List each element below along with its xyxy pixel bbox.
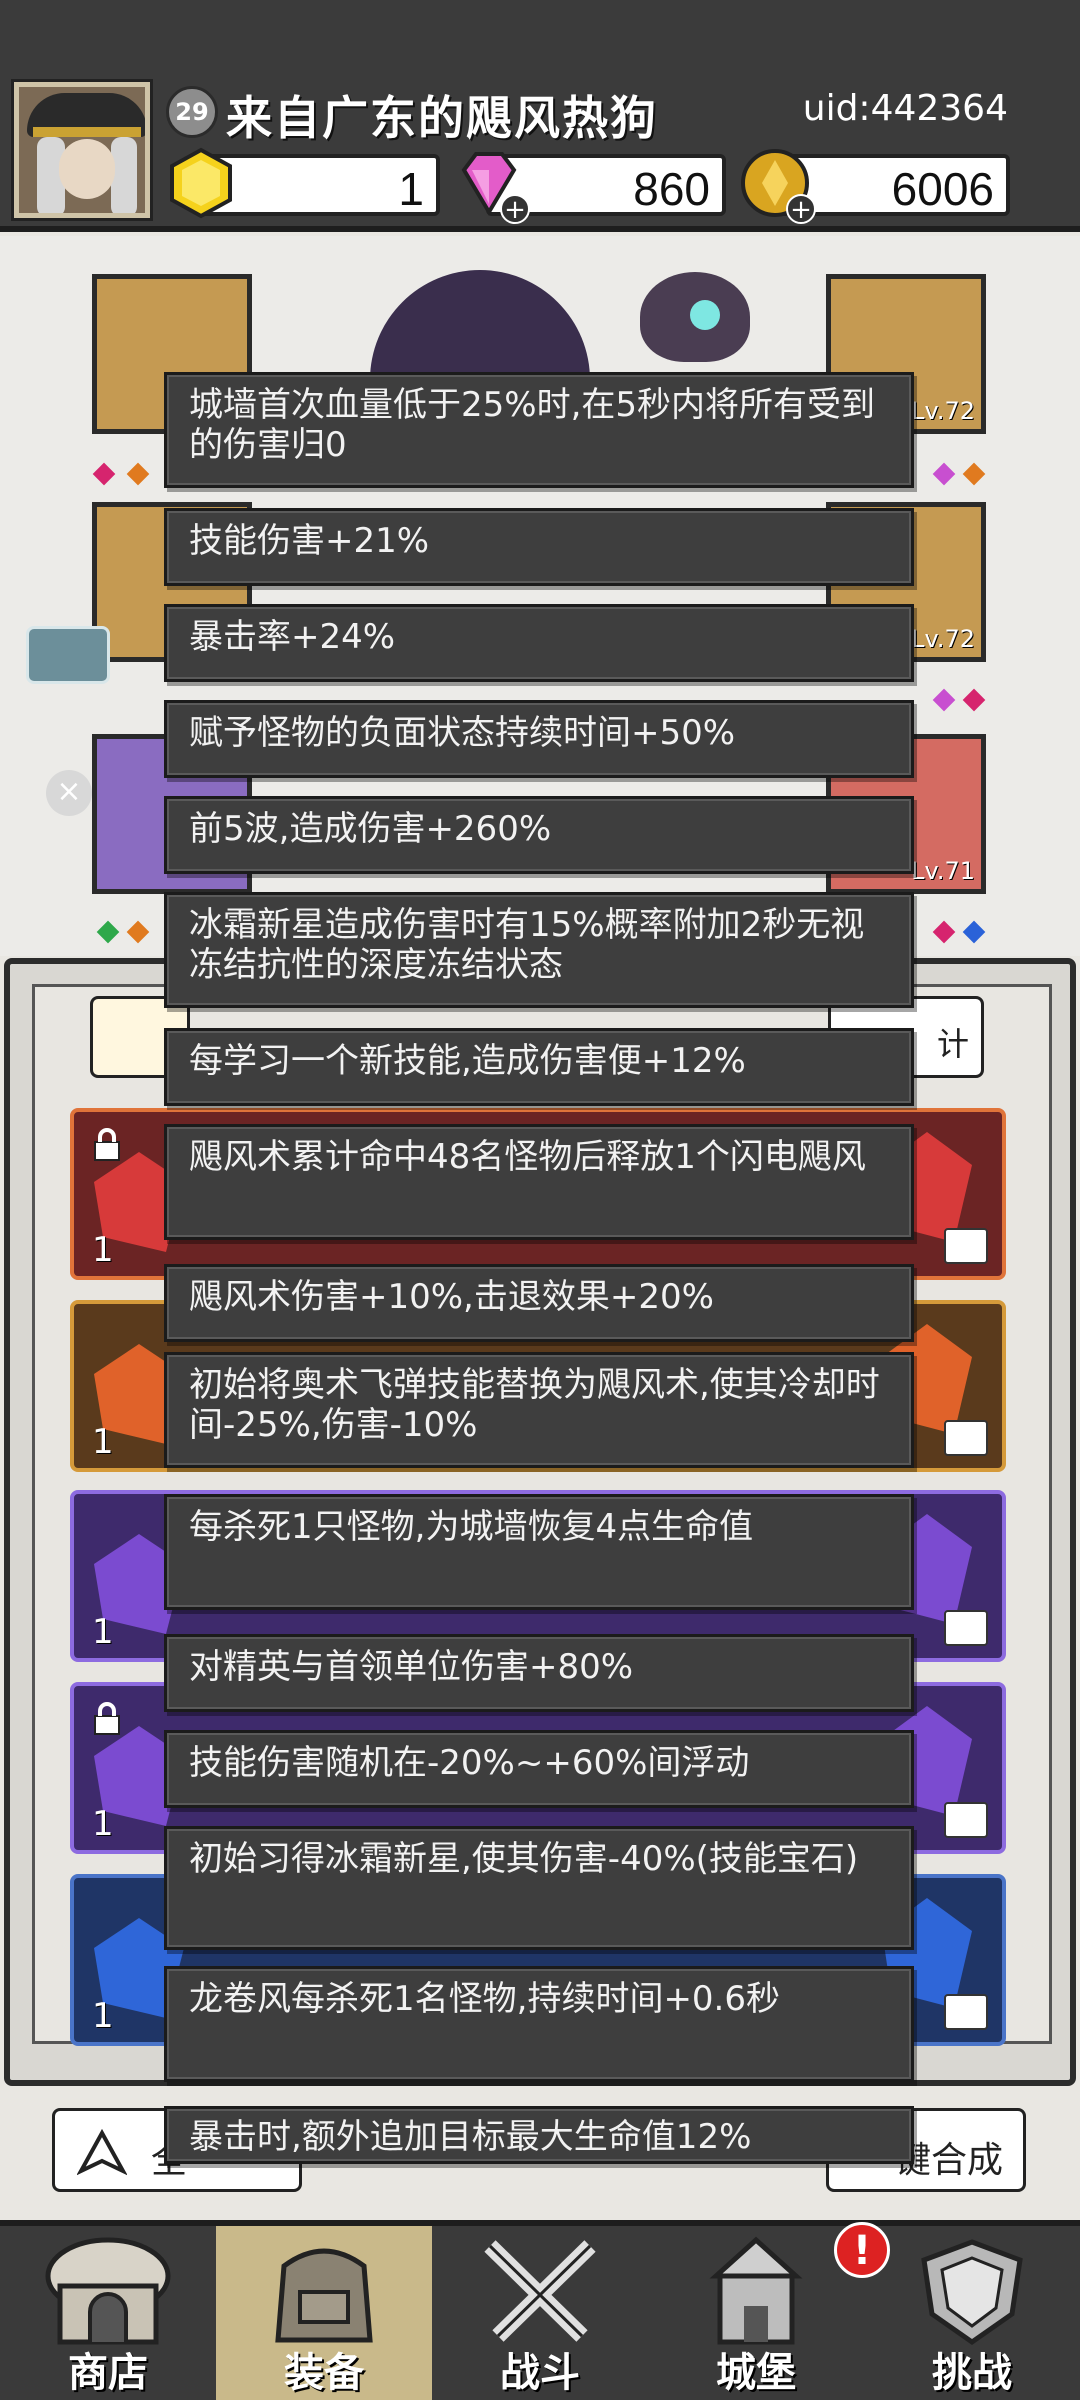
nav-castle[interactable]: 城堡 bbox=[648, 2226, 864, 2400]
nav-label: 装备 bbox=[284, 2350, 364, 2396]
resource-value: 1 bbox=[398, 163, 424, 215]
nav-label: 挑战 bbox=[932, 2350, 1012, 2396]
avatar-face bbox=[59, 139, 115, 199]
affix-tooltip: 初始将奥术飞弹技能替换为飓风术,使其冷却时间-25%,伤害-10% bbox=[164, 1352, 914, 1468]
affix-tooltip: 对精英与首领单位伤害+80% bbox=[164, 1634, 914, 1712]
crossed-swords-icon bbox=[484, 2240, 596, 2342]
affix-tooltip: 冰霜新星造成伤害时有15%概率附加2秒无视冻结抗性的深度冻结状态 bbox=[164, 892, 914, 1008]
affix-tooltip: 城墙首次血量低于25%时,在5秒内将所有受到的伤害归0 bbox=[164, 372, 914, 488]
gold-gem-icon bbox=[170, 147, 232, 219]
affix-tooltip: 技能伤害+21% bbox=[164, 508, 914, 586]
staff-gem bbox=[690, 300, 720, 330]
arrow-up-icon bbox=[77, 2128, 127, 2176]
affix-tooltip: 赋予怪物的负面状态持续时间+50% bbox=[164, 700, 914, 778]
add-diamond-icon[interactable]: + bbox=[500, 194, 530, 224]
floating-assist-widget[interactable] bbox=[26, 626, 110, 684]
lock-icon bbox=[94, 1702, 120, 1735]
nav-battle[interactable]: 战斗 bbox=[432, 2226, 648, 2400]
resource-value: 6006 bbox=[891, 163, 994, 215]
avatar-hair-right bbox=[111, 137, 137, 213]
lock-icon bbox=[94, 1128, 120, 1161]
backpack-icon bbox=[275, 2248, 373, 2343]
affix-tooltip: 前5波,造成伤害+260% bbox=[164, 796, 914, 874]
gem-count: 1 bbox=[92, 1230, 114, 1270]
resource-value: 860 bbox=[633, 163, 710, 215]
gem-count: 1 bbox=[92, 1804, 114, 1844]
player-avatar[interactable] bbox=[14, 82, 150, 218]
challenge-shield-icon bbox=[921, 2239, 1023, 2346]
gem-count: 1 bbox=[92, 1996, 114, 2036]
close-icon[interactable]: × bbox=[46, 770, 92, 816]
affix-tooltip: 飓风术累计命中48名怪物后释放1个闪电飓风 bbox=[164, 1124, 914, 1240]
affix-tooltip: 暴击率+24% bbox=[164, 604, 914, 682]
ring-tag-icon bbox=[944, 1610, 988, 1646]
gem-count: 1 bbox=[92, 1422, 114, 1462]
weapon-tag-icon bbox=[944, 1994, 988, 2030]
amulet-tag-icon bbox=[944, 1420, 988, 1456]
player-name: 来自广东的飓风热狗 bbox=[226, 91, 658, 145]
gem-count: 1 bbox=[92, 1612, 114, 1652]
nav-equipment[interactable]: 装备 bbox=[216, 2226, 432, 2400]
equip-level: Lv.72 bbox=[911, 625, 975, 653]
affix-tooltip: 初始习得冰霜新星,使其伤害-40%(技能宝石) bbox=[164, 1826, 914, 1950]
affix-tooltip: 每杀死1只怪物,为城墙恢复4点生命值 bbox=[164, 1494, 914, 1610]
affix-tooltip: 飓风术伤害+10%,击退效果+20% bbox=[164, 1264, 914, 1342]
nav-shop[interactable]: 商店 bbox=[0, 2226, 216, 2400]
player-level-badge: 29 bbox=[166, 86, 218, 138]
add-coin-icon[interactable]: + bbox=[786, 194, 816, 224]
avatar-hat-band bbox=[33, 127, 141, 137]
ring-tag-icon bbox=[944, 1228, 988, 1264]
bottom-navigation: 商店 装备 战斗 城堡 挑战 bbox=[0, 2220, 1080, 2400]
player-uid: uid:442364 bbox=[802, 88, 1008, 129]
amulet-tag-icon bbox=[944, 1802, 988, 1838]
castle-icon bbox=[709, 2236, 803, 2345]
shop-icon bbox=[45, 2237, 171, 2345]
equip-level: Lv.72 bbox=[911, 397, 975, 425]
affix-tooltip: 每学习一个新技能,造成伤害便+12% bbox=[164, 1028, 914, 1106]
nav-label: 城堡 bbox=[716, 2350, 796, 2396]
affix-tooltip: 龙卷风每杀死1名怪物,持续时间+0.6秒 bbox=[164, 1966, 914, 2082]
equip-level: Lv.71 bbox=[911, 857, 975, 885]
affix-tooltip: 暴击时,额外追加目标最大生命值12% bbox=[164, 2106, 914, 2164]
affix-tooltip: 技能伤害随机在-20%~+60%间浮动 bbox=[164, 1730, 914, 1808]
nav-label: 战斗 bbox=[500, 2350, 580, 2396]
nav-challenge[interactable]: 挑战 bbox=[864, 2226, 1080, 2400]
castle-alert-badge: ! bbox=[834, 2222, 890, 2278]
top-header: 29 来自广东的飓风热狗 uid:442364 1 860 + 6006 + bbox=[0, 0, 1080, 232]
nav-label: 商店 bbox=[68, 2350, 148, 2396]
